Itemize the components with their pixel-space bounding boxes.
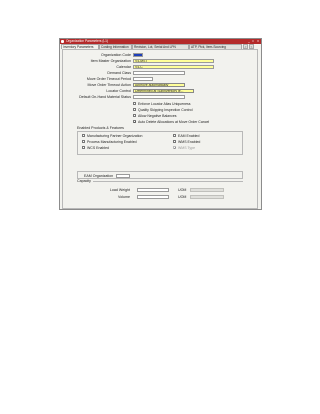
move-order-timeout-action-label: Move Order Timeout Action	[87, 83, 131, 87]
demand-class-field[interactable]	[133, 71, 185, 75]
default-onhand-status-label: Default On-Hand Material Status	[79, 95, 131, 99]
tab-scroll-right-icon[interactable]: >	[249, 44, 254, 49]
inventory-parameters-panel: Organization Code Item Master Organizati…	[62, 49, 258, 209]
calendar-field[interactable]: V4-C	[133, 65, 214, 69]
allow-negative-balances-label: Allow Negative Balances	[138, 113, 177, 118]
wcs-enabled-label: WCS Enabled	[87, 145, 109, 150]
enforce-locator-alias-checkbox[interactable]	[133, 102, 136, 105]
load-weight-label: Load Weight	[109, 188, 130, 192]
move-order-timeout-period-label: Move Order Timeout Period	[86, 77, 131, 81]
tab-scroll-left-icon[interactable]: <	[243, 44, 248, 49]
move-order-timeout-period-field[interactable]	[133, 77, 153, 81]
volume-label: Volume	[118, 195, 130, 199]
capacity-divider	[93, 181, 243, 182]
auto-delete-allocations-checkbox[interactable]: ✓	[133, 120, 137, 124]
quality-skipping-checkbox[interactable]	[133, 108, 136, 111]
default-onhand-status-field[interactable]	[133, 95, 185, 99]
manufacturing-partner-checkbox[interactable]	[82, 134, 85, 137]
enforce-locator-alias-label: Enforce Locator Alias Uniqueness	[138, 101, 191, 106]
enabled-products-group: Manufacturing Partner Organization EAM E…	[77, 131, 243, 155]
tab-revision-lot-serial-lpn[interactable]: Revision, Lot, Serial And LPN	[132, 44, 189, 49]
load-weight-uom-field	[190, 188, 224, 192]
wms-enabled-label: WMS Enabled	[178, 139, 201, 144]
eam-organization-field[interactable]	[116, 173, 130, 178]
demand-class-label: Demand Class	[107, 71, 131, 75]
load-weight-field[interactable]	[137, 188, 169, 192]
move-order-timeout-action-select[interactable]: Approve automatically	[133, 83, 185, 87]
locator-control-label: Locator Control	[106, 89, 131, 93]
wms-type-label: WMS Type	[178, 145, 196, 150]
volume-uom-label: UOM	[178, 195, 187, 199]
locator-control-select[interactable]: Determined at Subinventory le...	[133, 89, 194, 93]
process-manufacturing-label: Process Manufacturing Enabled	[87, 139, 137, 144]
wms-type-checkbox: ✓	[173, 146, 177, 150]
manufacturing-partner-label: Manufacturing Partner Organization	[87, 133, 143, 138]
tab-costing-information[interactable]: Costing Information	[99, 44, 132, 49]
auto-delete-allocations-label: Auto Delete Allocations at Move Order Ca…	[138, 119, 210, 124]
load-weight-uom-label: UOM	[178, 188, 187, 192]
volume-uom-field	[190, 195, 224, 199]
item-master-org-field[interactable]: V4-MST	[133, 59, 214, 63]
eam-organization-group: EAM Organization	[77, 171, 243, 179]
process-manufacturing-checkbox[interactable]	[82, 140, 85, 143]
capacity-title: Capacity	[77, 179, 91, 183]
tab-inventory-parameters[interactable]: Inventory Parameters	[61, 44, 99, 49]
enabled-products-title: Enabled Products & Features	[77, 126, 124, 130]
quality-skipping-label: Quality Skipping Inspection Control	[138, 107, 193, 112]
organization-code-label: Organization Code	[101, 53, 131, 57]
eam-enabled-checkbox[interactable]	[173, 134, 176, 137]
eam-organization-label: EAM Organization	[84, 173, 114, 178]
app-logo-icon	[61, 40, 64, 43]
calendar-label: Calendar	[116, 65, 131, 69]
tab-atp-pick-item-sourcing[interactable]: ATP, Pick, Item-Sourcing	[189, 44, 242, 49]
item-master-org-label: Item Master Organization	[90, 59, 131, 63]
organization-code-field[interactable]	[133, 53, 143, 57]
org-parameters-window: Organization Parameters (L1) _ □ x Inven…	[59, 38, 262, 210]
allow-negative-balances-checkbox[interactable]	[133, 114, 136, 117]
eam-enabled-label: EAM Enabled	[178, 133, 200, 138]
wms-enabled-checkbox[interactable]	[173, 140, 176, 143]
wcs-enabled-checkbox[interactable]	[82, 146, 85, 149]
volume-field[interactable]	[137, 195, 169, 199]
